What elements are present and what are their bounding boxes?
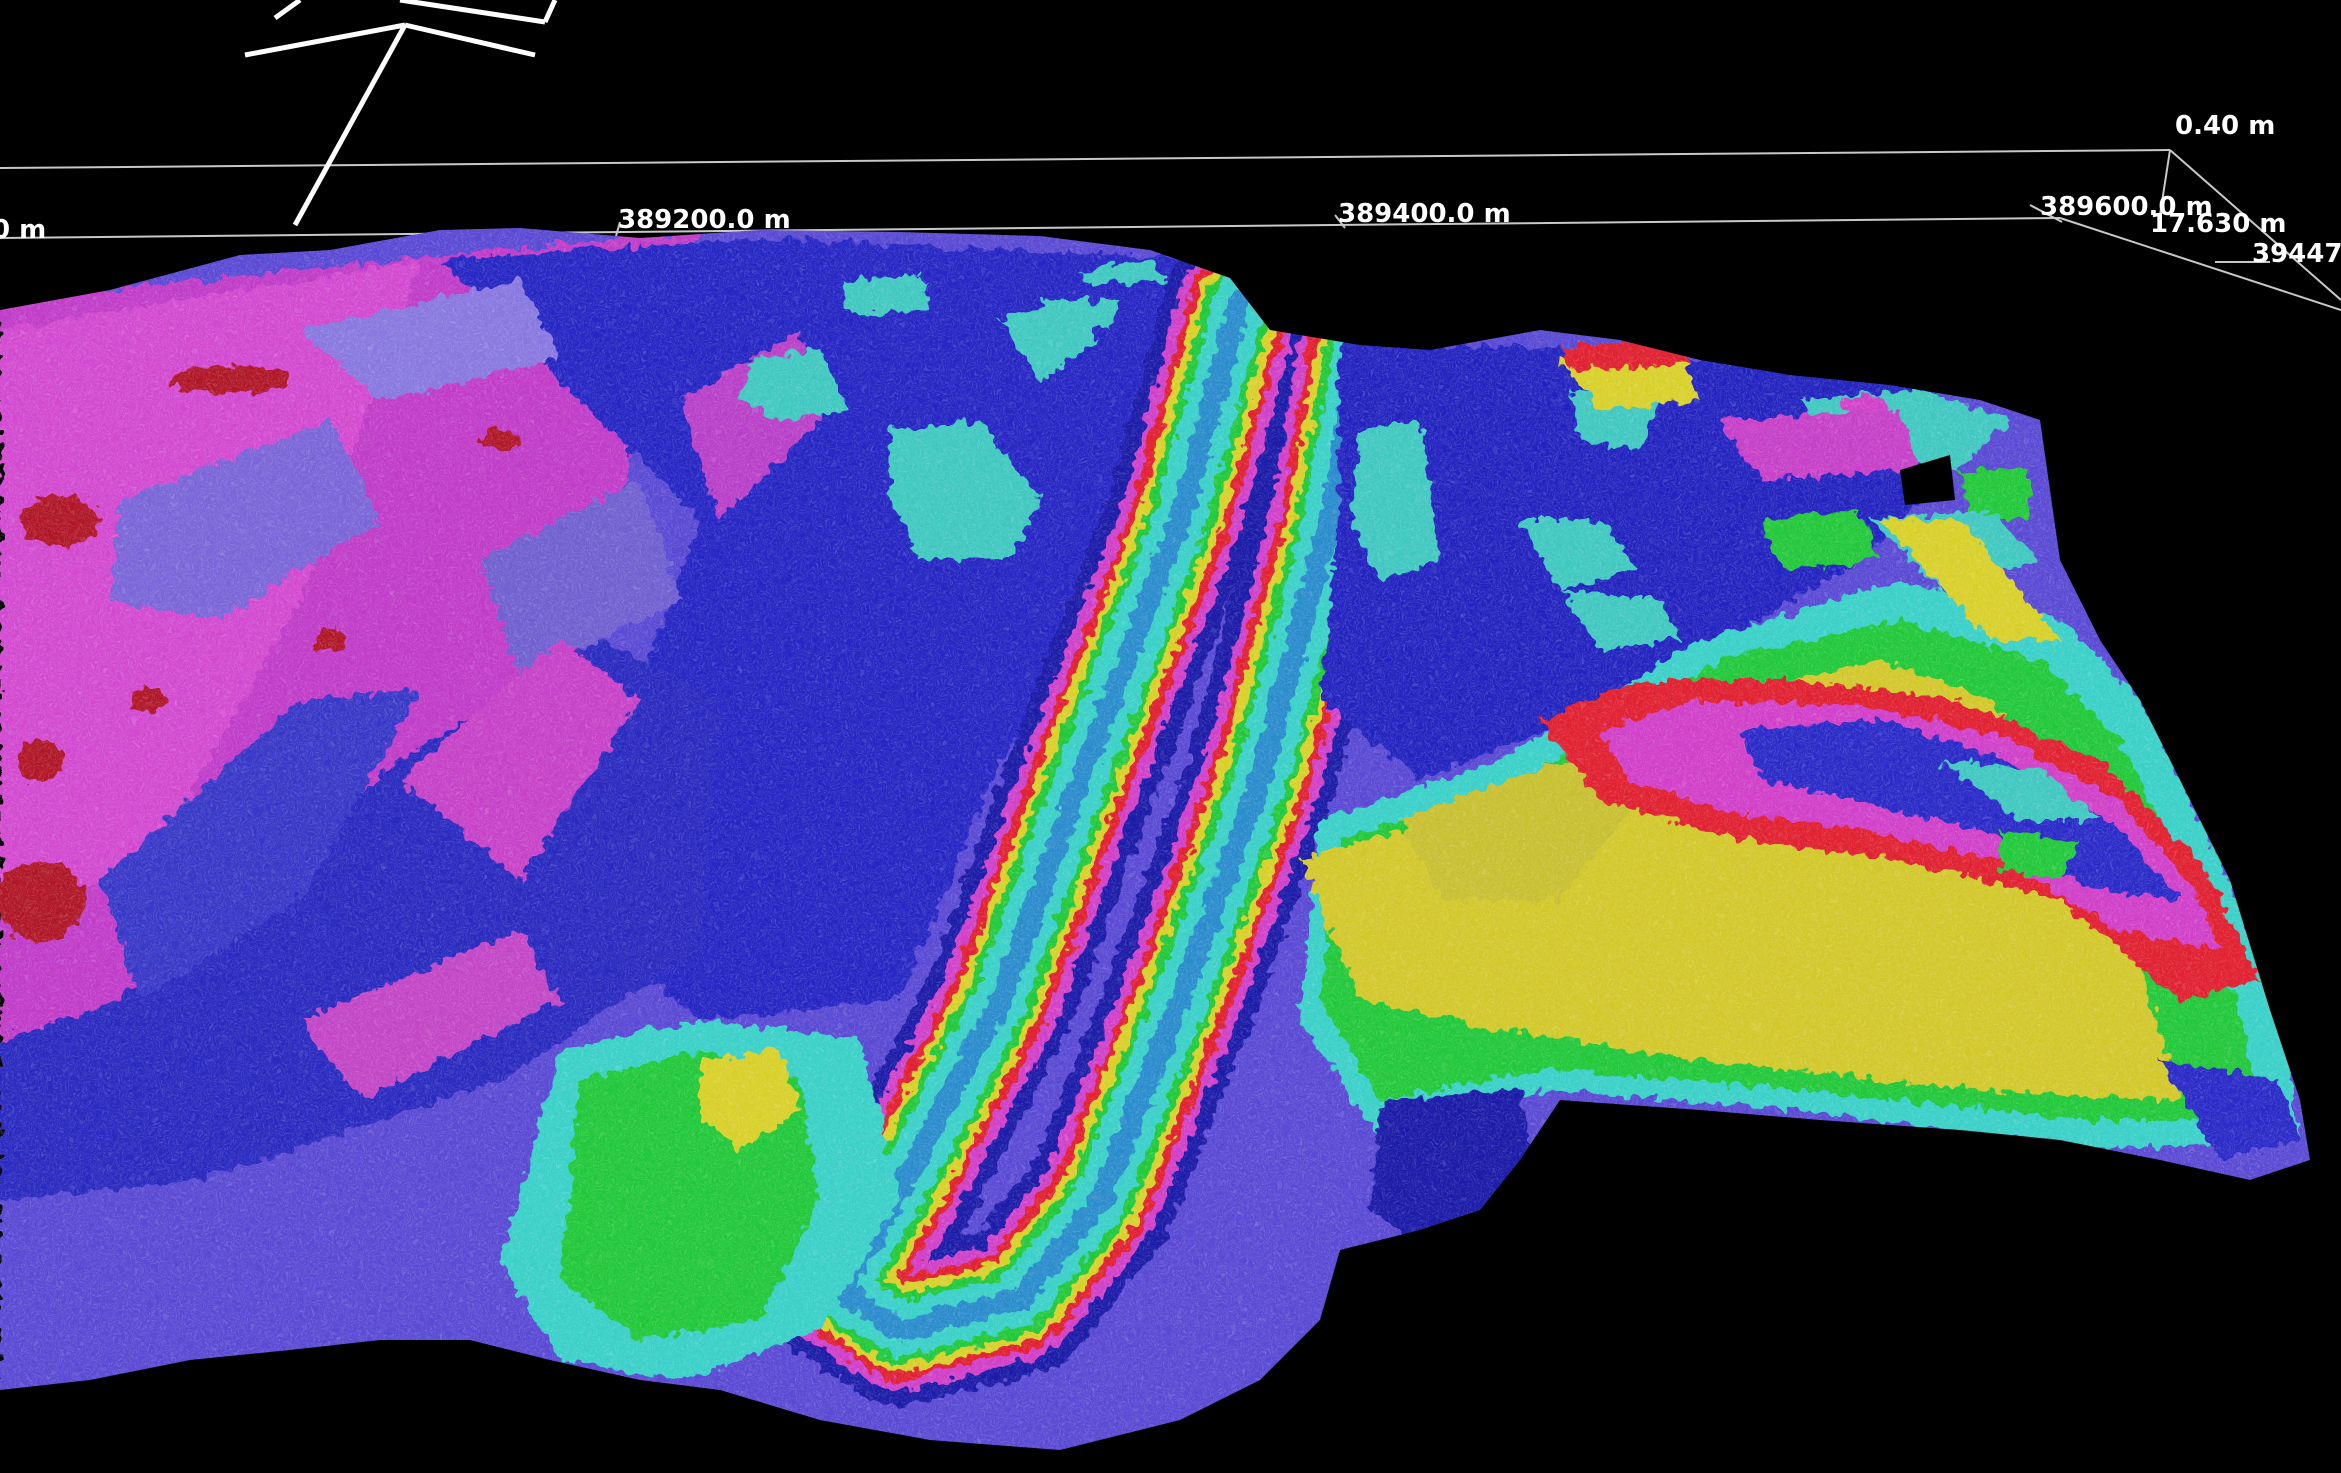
corner-depth-label: 17.630 m: [2150, 209, 2286, 239]
3d-terrain-viewport[interactable]: 0 m 389200.0 m 389400.0 m 389600.0 m 0.4…: [0, 0, 2341, 1469]
x-tick-label: 389400.0 m: [1338, 199, 1511, 229]
z-axis-label: 0.40 m: [2175, 111, 2275, 141]
north-arrow-icon: [244, 0, 558, 227]
bathymetry-surface[interactable]: [0, 200, 2341, 1469]
x-axis-edge-label: 0 m: [0, 215, 46, 245]
y-axis-label: 39447: [2252, 239, 2341, 269]
